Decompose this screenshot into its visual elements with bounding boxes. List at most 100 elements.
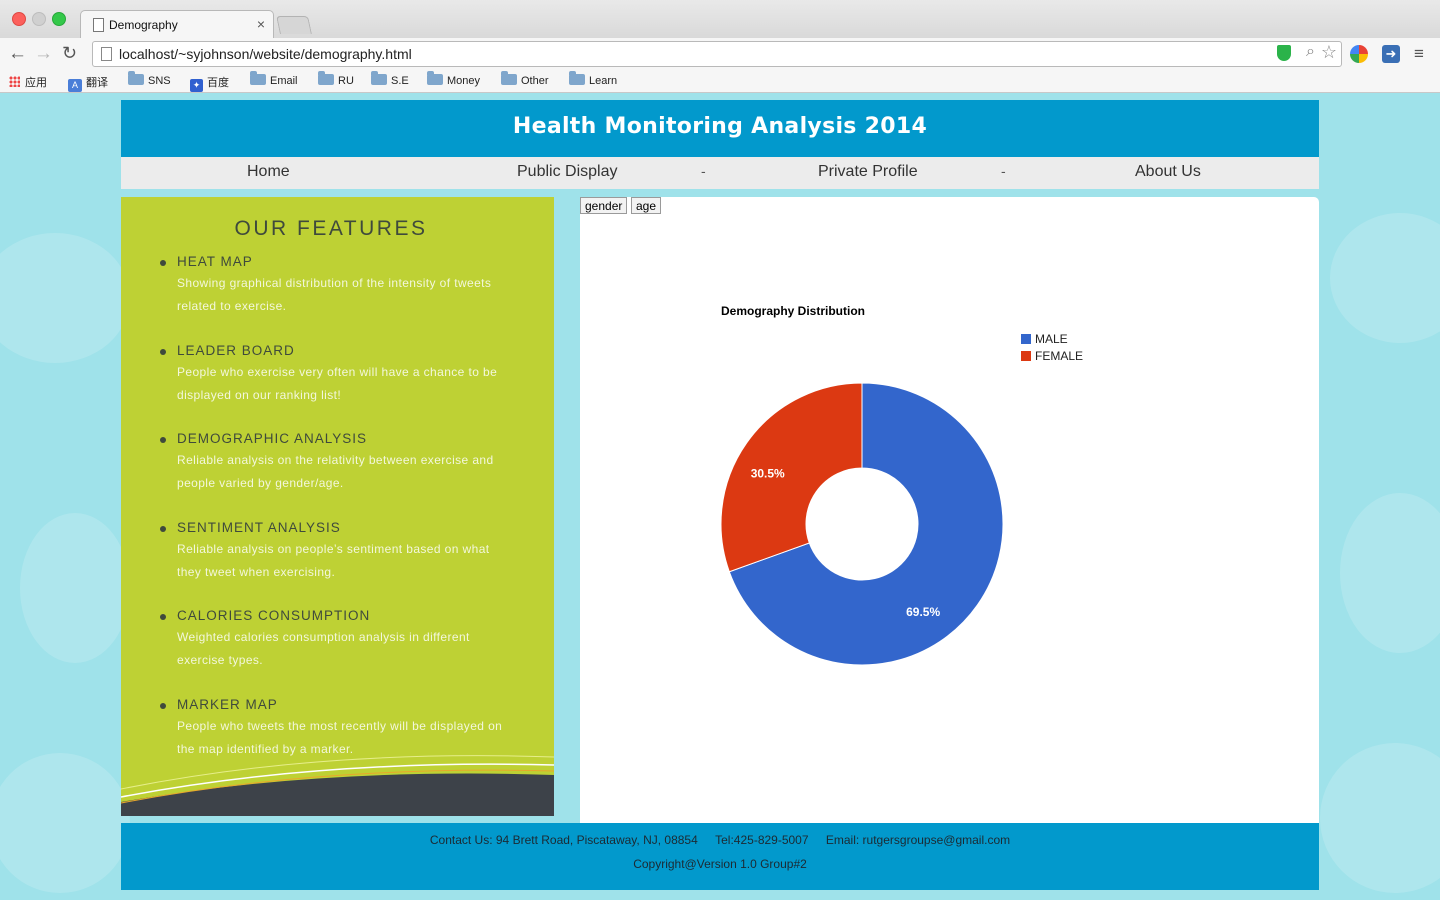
address-bar[interactable]: localhost/~syjohnson/website/demography.… xyxy=(92,41,1342,67)
nav-separator: - xyxy=(1001,163,1006,179)
bookmark-ru[interactable]: RU xyxy=(318,71,354,87)
features-panel: OUR FEATURES HEAT MAP Showing graphical … xyxy=(121,197,554,816)
feature-title: SENTIMENT ANALYSIS xyxy=(177,520,341,535)
features-heading: OUR FEATURES xyxy=(234,217,428,240)
bookmark-label: RU xyxy=(338,75,354,87)
background-decoration xyxy=(20,513,130,663)
bookmark-baidu[interactable]: ✦ 百度 xyxy=(190,74,229,92)
tab-title: Demography xyxy=(109,18,178,32)
footer-contact-line: Contact Us: 94 Brett Road, Piscataway, N… xyxy=(121,833,1319,847)
feature-description: Reliable analysis on the relativity betw… xyxy=(177,453,494,490)
feature-title: DEMOGRAPHIC ANALYSIS xyxy=(177,431,368,446)
bookmark-money[interactable]: Money xyxy=(427,71,481,87)
shield-icon[interactable] xyxy=(1277,45,1291,61)
footer-copyright: Copyright@Version 1.0 Group#2 xyxy=(633,857,807,871)
footer-email[interactable]: Email: rutgersgroupse@gmail.com xyxy=(826,833,1010,847)
feature-description: Reliable analysis on people’s sentiment … xyxy=(177,542,490,579)
site-nav: Home Public Display - Private Profile - … xyxy=(121,157,1319,189)
folder-icon xyxy=(569,71,585,85)
bookmark-label: 翻译 xyxy=(86,77,108,89)
folder-icon xyxy=(427,71,443,85)
bookmark-star-icon[interactable]: ☆ xyxy=(1321,42,1337,63)
bookmark-label: 百度 xyxy=(207,77,229,89)
bookmark-sns[interactable]: SNS xyxy=(128,71,171,87)
close-window-button[interactable] xyxy=(12,12,26,26)
nav-private-profile[interactable]: Private Profile xyxy=(818,163,918,181)
nav-public-display[interactable]: Public Display xyxy=(517,163,617,181)
legend-label: FEMALE xyxy=(1035,349,1083,363)
bookmark-learn[interactable]: Learn xyxy=(569,71,618,87)
site-header: Health Monitoring Analysis 2014 xyxy=(121,100,1319,157)
browser-toolbar: ← → ↻ localhost/~syjohnson/website/demog… xyxy=(0,38,1440,70)
background-decoration xyxy=(0,233,130,363)
bookmarks-bar: 应用 A 翻译 SNS ✦ 百度 Email RU S.E Money Other … xyxy=(0,70,1440,93)
bookmark-other[interactable]: Other xyxy=(501,71,549,87)
search-icon[interactable]: ⌕ xyxy=(1306,43,1315,61)
bookmark-se[interactable]: S.E xyxy=(371,71,409,87)
reload-icon[interactable]: ↻ xyxy=(62,43,77,64)
decorative-wave xyxy=(121,755,554,816)
apps-grid-icon xyxy=(9,76,20,87)
new-tab-button[interactable] xyxy=(276,16,312,34)
bullet-icon xyxy=(160,437,166,443)
donut-slice-female[interactable] xyxy=(720,382,863,573)
site-title: Health Monitoring Analysis 2014 xyxy=(512,114,928,139)
footer-address: Contact Us: 94 Brett Road, Piscataway, N… xyxy=(429,833,698,847)
feature-description: People who exercise very often will have… xyxy=(177,365,498,402)
folder-icon xyxy=(318,71,334,85)
bookmark-email[interactable]: Email xyxy=(250,71,298,87)
translate-icon: A xyxy=(68,79,82,92)
paw-icon: ✦ xyxy=(190,79,203,92)
nav-home[interactable]: Home xyxy=(247,163,290,181)
bookmark-label: 应用 xyxy=(25,77,47,89)
footer-tel: Tel:425-829-5007 xyxy=(715,833,809,847)
site-footer: Contact Us: 94 Brett Road, Piscataway, N… xyxy=(121,823,1319,890)
feature-title: LEADER BOARD xyxy=(177,343,295,358)
bookmark-apps[interactable]: 应用 xyxy=(9,74,47,90)
background-decoration xyxy=(1320,743,1440,893)
forward-arrow-icon[interactable]: → xyxy=(34,43,53,65)
back-arrow-icon[interactable]: ← xyxy=(8,43,27,65)
nav-separator: - xyxy=(701,163,706,179)
browser-menu-icon[interactable]: ≡ xyxy=(1414,44,1424,64)
page-icon xyxy=(101,47,112,61)
bullet-icon xyxy=(160,349,166,355)
folder-icon xyxy=(371,71,387,85)
browser-titlebar: Demography × xyxy=(0,0,1440,39)
bullet-icon xyxy=(160,526,166,532)
document-icon xyxy=(93,18,104,32)
feature-title: HEAT MAP xyxy=(177,254,253,269)
bookmark-label: SNS xyxy=(148,75,171,87)
bullet-icon xyxy=(160,260,166,266)
feature-description: Weighted calories consumption analysis i… xyxy=(177,630,470,667)
feature-title: CALORIES CONSUMPTION xyxy=(177,608,371,623)
bookmark-label: Money xyxy=(447,75,481,87)
browser-tab[interactable]: Demography × xyxy=(80,10,274,39)
donut-chart: Demography Distribution 69.5% 30.5% MALE F… xyxy=(720,304,1083,666)
background-decoration xyxy=(1330,213,1440,343)
background-decoration xyxy=(0,753,130,893)
zoom-window-button[interactable] xyxy=(52,12,66,26)
bookmark-label: Email xyxy=(270,75,298,87)
folder-icon xyxy=(501,71,517,85)
feature-title: MARKER MAP xyxy=(177,697,278,712)
background-decoration xyxy=(1340,493,1440,653)
bullet-icon xyxy=(160,614,166,620)
legend-swatch xyxy=(1021,351,1031,361)
slice-label: 69.5% xyxy=(906,605,940,619)
nav-about-us[interactable]: About Us xyxy=(1135,163,1201,181)
extension-arrow-icon[interactable]: ➜ xyxy=(1382,45,1400,63)
url-text[interactable]: localhost/~syjohnson/website/demography.… xyxy=(119,46,412,62)
chart-title: Demography Distribution xyxy=(721,304,865,318)
bookmark-translate[interactable]: A 翻译 xyxy=(68,74,108,92)
tab-close-icon[interactable]: × xyxy=(257,16,265,32)
minimize-window-button[interactable] xyxy=(32,12,46,26)
extension-icon[interactable] xyxy=(1350,45,1368,63)
bookmark-label: S.E xyxy=(391,75,409,87)
bookmark-label: Other xyxy=(521,75,549,87)
legend-label: MALE xyxy=(1035,332,1068,346)
folder-icon xyxy=(250,71,266,85)
folder-icon xyxy=(128,71,144,85)
bookmark-label: Learn xyxy=(589,75,618,87)
chart-panel: gender age Demography Distribution 69.5%… xyxy=(580,197,1319,823)
